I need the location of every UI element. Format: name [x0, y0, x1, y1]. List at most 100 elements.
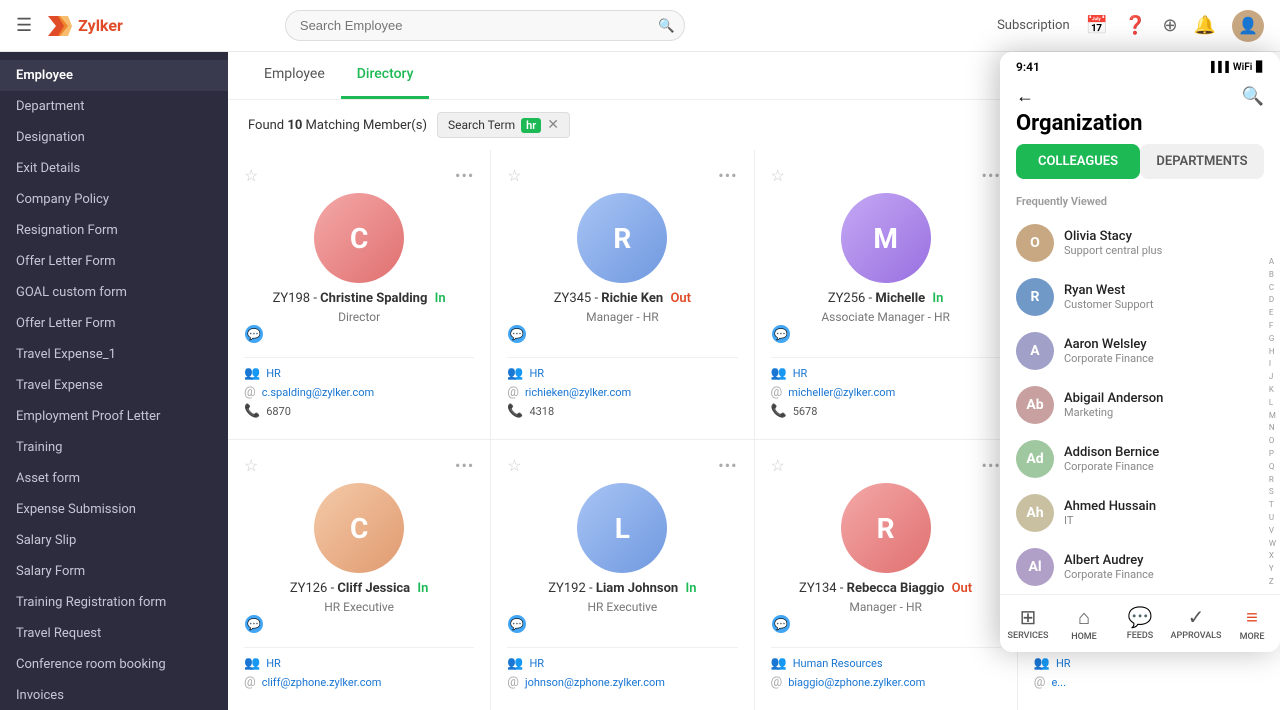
sidebar-item-travel-request[interactable]: Travel Request — [0, 618, 228, 649]
department-link[interactable]: HR — [1056, 657, 1071, 670]
alpha-letter-B[interactable]: B — [1269, 269, 1276, 282]
mobile-contact-item[interactable]: Ah Ahmed Hussain IT — [1000, 486, 1280, 540]
star-button[interactable]: ☆ — [507, 456, 521, 475]
email-link[interactable]: johnson@zphone.zylker.com — [525, 676, 665, 689]
hamburger-icon[interactable]: ☰ — [16, 15, 32, 36]
alpha-letter-A[interactable]: A — [1269, 256, 1276, 269]
user-avatar[interactable]: 👤 — [1232, 10, 1264, 42]
star-button[interactable]: ☆ — [771, 166, 785, 185]
department-link[interactable]: HR — [529, 367, 544, 380]
department-link[interactable]: HR — [266, 657, 281, 670]
alpha-letter-O[interactable]: O — [1269, 435, 1276, 448]
alpha-letter-Z[interactable]: Z — [1269, 576, 1276, 589]
sidebar-item-designation[interactable]: Designation — [0, 122, 228, 153]
alpha-letter-F[interactable]: F — [1269, 320, 1276, 333]
department-link[interactable]: HR — [793, 367, 808, 380]
mobile-tab-colleagues[interactable]: COLLEAGUES — [1016, 144, 1140, 179]
tab-directory[interactable]: Directory — [341, 52, 430, 99]
alpha-letter-L[interactable]: L — [1269, 397, 1276, 410]
mobile-contact-item[interactable]: Ad Addison Bernice Corporate Finance — [1000, 432, 1280, 486]
alpha-letter-P[interactable]: P — [1269, 448, 1276, 461]
alpha-letter-G[interactable]: G — [1269, 333, 1276, 346]
mobile-nav-home[interactable]: ⌂ HOME — [1056, 601, 1112, 646]
sidebar-item-expense-submission[interactable]: Expense Submission — [0, 494, 228, 525]
mobile-tab-departments[interactable]: DEPARTMENTS — [1140, 144, 1264, 179]
sidebar-item-training[interactable]: Training — [0, 432, 228, 463]
email-link[interactable]: micheller@zylker.com — [788, 386, 895, 399]
subscription-button[interactable]: Subscription — [997, 18, 1070, 33]
sidebar-item-conference-room-booking[interactable]: Conference room booking — [0, 649, 228, 680]
department-link[interactable]: HR — [266, 367, 281, 380]
sidebar-item-asset-form[interactable]: Asset form — [0, 463, 228, 494]
logo[interactable]: Zylker — [44, 12, 123, 40]
alpha-letter-J[interactable]: J — [1269, 371, 1276, 384]
email-link[interactable]: biaggio@zphone.zylker.com — [788, 676, 925, 689]
mobile-search-button[interactable]: 🔍 — [1242, 86, 1264, 107]
sidebar-item-employee[interactable]: Employee — [0, 60, 228, 91]
mobile-nav-more[interactable]: ≡ MORE — [1224, 601, 1280, 646]
sidebar-item-travel-expense[interactable]: Travel Expense — [0, 370, 228, 401]
mobile-contact-item[interactable]: Al Albert Audrey Corporate Finance — [1000, 540, 1280, 594]
close-tag-button[interactable]: ✕ — [547, 117, 559, 133]
more-button[interactable]: ••• — [982, 456, 1001, 475]
email-link[interactable]: richieken@zylker.com — [525, 386, 631, 399]
email-link[interactable]: c.spalding@zylker.com — [262, 386, 374, 399]
mobile-back-button[interactable]: ← — [1016, 86, 1034, 107]
search-button[interactable]: 🔍 — [658, 18, 675, 34]
star-button[interactable]: ☆ — [244, 166, 258, 185]
mobile-nav-approvals[interactable]: ✓ APPROVALS — [1168, 601, 1224, 646]
sidebar-item-department[interactable]: Department — [0, 91, 228, 122]
sidebar-item-invoices[interactable]: Invoices — [0, 680, 228, 710]
sidebar-item-offer-letter-form[interactable]: Offer Letter Form — [0, 308, 228, 339]
star-button[interactable]: ☆ — [771, 456, 785, 475]
alpha-letter-D[interactable]: D — [1269, 294, 1276, 307]
sidebar-item-resignation-form[interactable]: Resignation Form — [0, 215, 228, 246]
tab-employee[interactable]: Employee — [248, 52, 341, 99]
alpha-letter-U[interactable]: U — [1269, 512, 1276, 525]
more-button[interactable]: ••• — [718, 166, 737, 185]
sidebar-item-company-policy[interactable]: Company Policy — [0, 184, 228, 215]
mobile-contact-item[interactable]: Ab Abigail Anderson Marketing — [1000, 378, 1280, 432]
sidebar-item-goal-custom-form[interactable]: GOAL custom form — [0, 277, 228, 308]
mobile-contact-item[interactable]: O Olivia Stacy Support central plus — [1000, 216, 1280, 270]
star-button[interactable]: ☆ — [244, 456, 258, 475]
mobile-contact-item[interactable]: R Ryan West Customer Support — [1000, 270, 1280, 324]
alpha-letter-I[interactable]: I — [1269, 358, 1276, 371]
alpha-letter-W[interactable]: W — [1269, 538, 1276, 551]
alpha-letter-Y[interactable]: Y — [1269, 563, 1276, 576]
more-button[interactable]: ••• — [982, 166, 1001, 185]
sidebar-item-salary-slip[interactable]: Salary Slip — [0, 525, 228, 556]
sidebar-item-employment-proof-letter[interactable]: Employment Proof Letter — [0, 401, 228, 432]
sidebar-item-offer-letter-form[interactable]: Offer Letter Form — [0, 246, 228, 277]
more-button[interactable]: ••• — [455, 166, 474, 185]
notification-icon[interactable]: 🔔 — [1194, 15, 1216, 36]
alpha-letter-H[interactable]: H — [1269, 346, 1276, 359]
sidebar-item-salary-form[interactable]: Salary Form — [0, 556, 228, 587]
department-link[interactable]: HR — [529, 657, 544, 670]
alpha-letter-Q[interactable]: Q — [1269, 461, 1276, 474]
alpha-letter-M[interactable]: M — [1269, 410, 1276, 423]
star-button[interactable]: ☆ — [507, 166, 521, 185]
calendar-icon[interactable]: 📅 — [1086, 15, 1108, 36]
alpha-letter-E[interactable]: E — [1269, 307, 1276, 320]
alpha-letter-N[interactable]: N — [1269, 422, 1276, 435]
more-button[interactable]: ••• — [718, 456, 737, 475]
alpha-letter-V[interactable]: V — [1269, 525, 1276, 538]
department-link[interactable]: Human Resources — [793, 657, 883, 670]
mobile-nav-services[interactable]: ⊞ SERVICES — [1000, 601, 1056, 646]
help-icon[interactable]: ❓ — [1124, 15, 1146, 36]
alpha-letter-X[interactable]: X — [1269, 550, 1276, 563]
alpha-letter-R[interactable]: R — [1269, 474, 1276, 487]
mobile-contact-item[interactable]: A Aaron Welsley Corporate Finance — [1000, 324, 1280, 378]
alpha-letter-K[interactable]: K — [1269, 384, 1276, 397]
mobile-nav-feeds[interactable]: 💬 FEEDS — [1112, 601, 1168, 646]
sidebar-item-travel-expense_1[interactable]: Travel Expense_1 — [0, 339, 228, 370]
more-button[interactable]: ••• — [455, 456, 474, 475]
search-input[interactable] — [285, 10, 685, 41]
email-link[interactable]: cliff@zphone.zylker.com — [262, 676, 382, 689]
alpha-letter-C[interactable]: C — [1269, 282, 1276, 295]
email-link[interactable]: e... — [1051, 676, 1066, 689]
sidebar-item-exit-details[interactable]: Exit Details — [0, 153, 228, 184]
alpha-letter-T[interactable]: T — [1269, 499, 1276, 512]
sidebar-item-training-registration-form[interactable]: Training Registration form — [0, 587, 228, 618]
